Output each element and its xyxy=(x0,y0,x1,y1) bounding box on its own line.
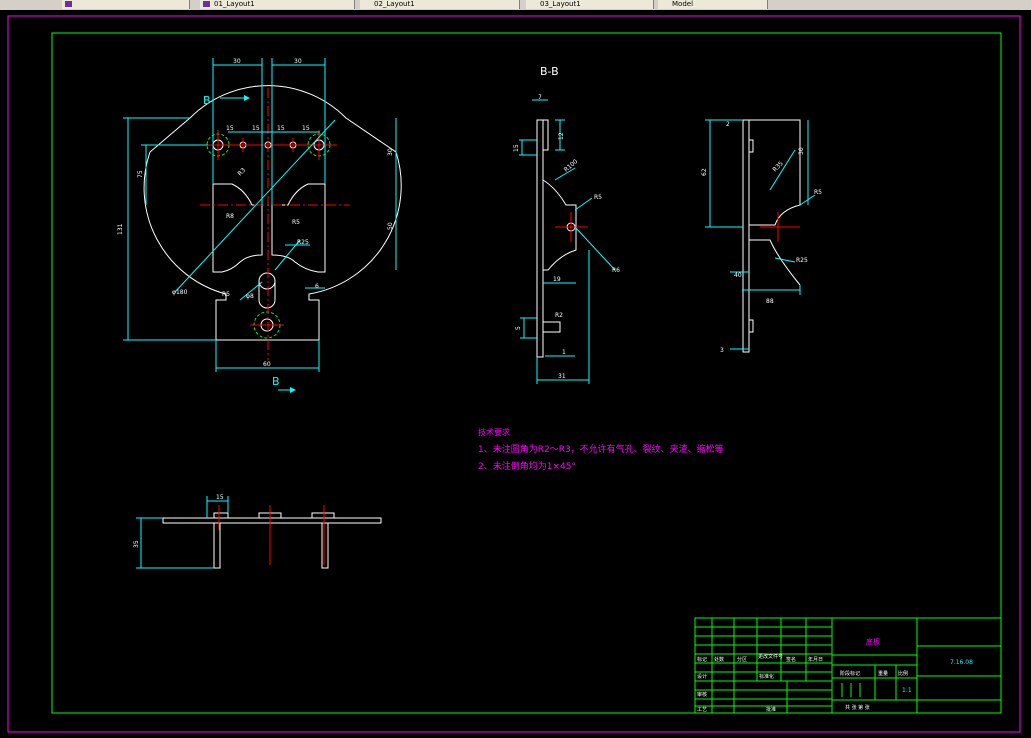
drawing-icon xyxy=(203,1,210,7)
tb-label: 审核 xyxy=(697,691,707,698)
tb-label: 重量 xyxy=(878,670,888,677)
dim-50: 50 xyxy=(387,222,394,230)
drawing-canvas[interactable]: B B 30 30 15 15 15 15 131 75 30 50 R8 R5… xyxy=(0,10,1031,736)
side-view: 2 62 30 R5 R35 88 3 40 R25 xyxy=(701,119,822,354)
tb-label: 阶段标记 xyxy=(840,670,860,677)
dim-15: 15 xyxy=(513,144,520,152)
tab-label: 01_Layout1 xyxy=(214,0,255,8)
dim-r5: R5 xyxy=(292,219,300,226)
dim-d180: φ180 xyxy=(172,289,188,296)
dim-30-right: 30 xyxy=(294,58,302,65)
part-name: 底板 xyxy=(866,637,880,646)
tech-req-line-2: 2、未注倒角均为1×45° xyxy=(478,460,576,472)
right-cutout xyxy=(271,183,326,273)
dim-d8: φ8 xyxy=(246,293,254,300)
dim-3: 3 xyxy=(720,347,724,354)
dim-2: 2 xyxy=(726,121,730,128)
tab-label: 02_Layout1 xyxy=(374,0,415,8)
dim-15: 15 xyxy=(252,125,260,132)
scale-value: 1:1 xyxy=(902,687,912,694)
dim-r100: R100 xyxy=(563,158,580,174)
layout-tab-2[interactable]: 02_Layout1 xyxy=(360,0,520,9)
dim-r6: R6 xyxy=(612,267,620,274)
dim-60: 60 xyxy=(263,361,271,368)
tab-label: Model xyxy=(672,0,694,8)
dim-15: 15 xyxy=(216,494,224,501)
layout-tab-4[interactable]: Model xyxy=(658,0,768,9)
tb-label: 标记 xyxy=(697,656,707,663)
dim-12: 12 xyxy=(558,132,565,140)
section-mark-bottom: B xyxy=(272,375,280,388)
dim-r25: R25 xyxy=(796,257,808,264)
tb-label: 比例 xyxy=(898,670,908,677)
tech-req-line-1: 1、未注圆角为R2～R3，不允许有气孔、裂纹、夹渣、缩松等 xyxy=(478,443,724,455)
dim-r2: R2 xyxy=(555,312,563,319)
tb-label: 设计 xyxy=(697,673,707,680)
section-mark-top: B xyxy=(203,94,211,107)
tb-label: 处数 xyxy=(714,656,724,663)
tb-label: 更改文件号 xyxy=(758,653,783,660)
dim-r25: R25 xyxy=(297,239,309,246)
dim-62: 62 xyxy=(701,168,708,176)
bottom-view: 15 35 xyxy=(133,494,382,569)
dim-30-vert: 30 xyxy=(387,148,394,156)
left-cutout xyxy=(212,183,263,273)
tb-label: 共 张 第 张 xyxy=(845,704,870,711)
dim-1: 1 xyxy=(562,349,566,356)
tb-label: 分区 xyxy=(737,656,747,663)
drawing-icon xyxy=(65,1,72,7)
dim-15: 15 xyxy=(302,125,310,132)
dim-19: 19 xyxy=(553,276,561,283)
dim-6: 6 xyxy=(315,283,319,290)
tb-label: 年月日 xyxy=(808,656,823,663)
layout-tab-0[interactable] xyxy=(62,0,190,9)
front-view: B B 30 30 15 15 15 15 131 75 30 50 R8 R5… xyxy=(117,58,402,393)
dim-88: 88 xyxy=(766,298,774,305)
drawing-number: 7.16.08 xyxy=(950,659,973,666)
section-view-bb: B-B 7 12 15 R5 R100 19 31 1 5 R6 R2 xyxy=(513,65,620,384)
layout-tab-1[interactable]: 01_Layout1 xyxy=(200,0,355,9)
dim-35: 35 xyxy=(133,540,140,548)
dim-5: 5 xyxy=(515,326,522,330)
dim-30: 30 xyxy=(798,147,805,155)
dim-7: 7 xyxy=(538,94,542,101)
outer-sheet-border xyxy=(7,15,1021,733)
dim-15: 15 xyxy=(226,125,234,132)
tb-label: 签名 xyxy=(786,656,796,663)
dim-r3: R3 xyxy=(236,167,247,178)
technical-requirements: 技术要求 1、未注圆角为R2～R3，不允许有气孔、裂纹、夹渣、缩松等 2、未注倒… xyxy=(478,427,724,472)
layout-tab-3[interactable]: 03_Layout1 xyxy=(526,0,654,9)
dim-r5: R5 xyxy=(814,189,822,196)
dim-15: 15 xyxy=(277,125,285,132)
dim-r5: R5 xyxy=(594,194,602,201)
tech-req-title: 技术要求 xyxy=(478,427,510,437)
tb-label: 批准 xyxy=(766,706,776,713)
plate-outline xyxy=(143,85,402,341)
dim-131: 131 xyxy=(117,223,124,235)
title-block: 标记 处数 分区 更改文件号 签名 年月日 设计 标准化 审核 工艺 批准 阶段… xyxy=(694,617,1002,714)
dim-75: 75 xyxy=(137,170,144,178)
inner-frame-border xyxy=(51,32,1002,714)
tb-label: 工艺 xyxy=(697,707,707,713)
tb-label: 标准化 xyxy=(759,673,774,680)
cad-drawing: B B 30 30 15 15 15 15 131 75 30 50 R8 R5… xyxy=(7,15,1021,733)
dim-40: 40 xyxy=(734,272,742,279)
section-title: B-B xyxy=(540,65,559,78)
dim-30-left: 30 xyxy=(233,58,241,65)
dim-r35: R35 xyxy=(771,160,784,173)
dim-31: 31 xyxy=(558,373,566,380)
tab-label: 03_Layout1 xyxy=(540,0,581,8)
dim-r5-bottom: R5 xyxy=(222,291,230,298)
slot-hole-upper xyxy=(258,272,276,290)
dim-r8: R8 xyxy=(226,213,234,220)
